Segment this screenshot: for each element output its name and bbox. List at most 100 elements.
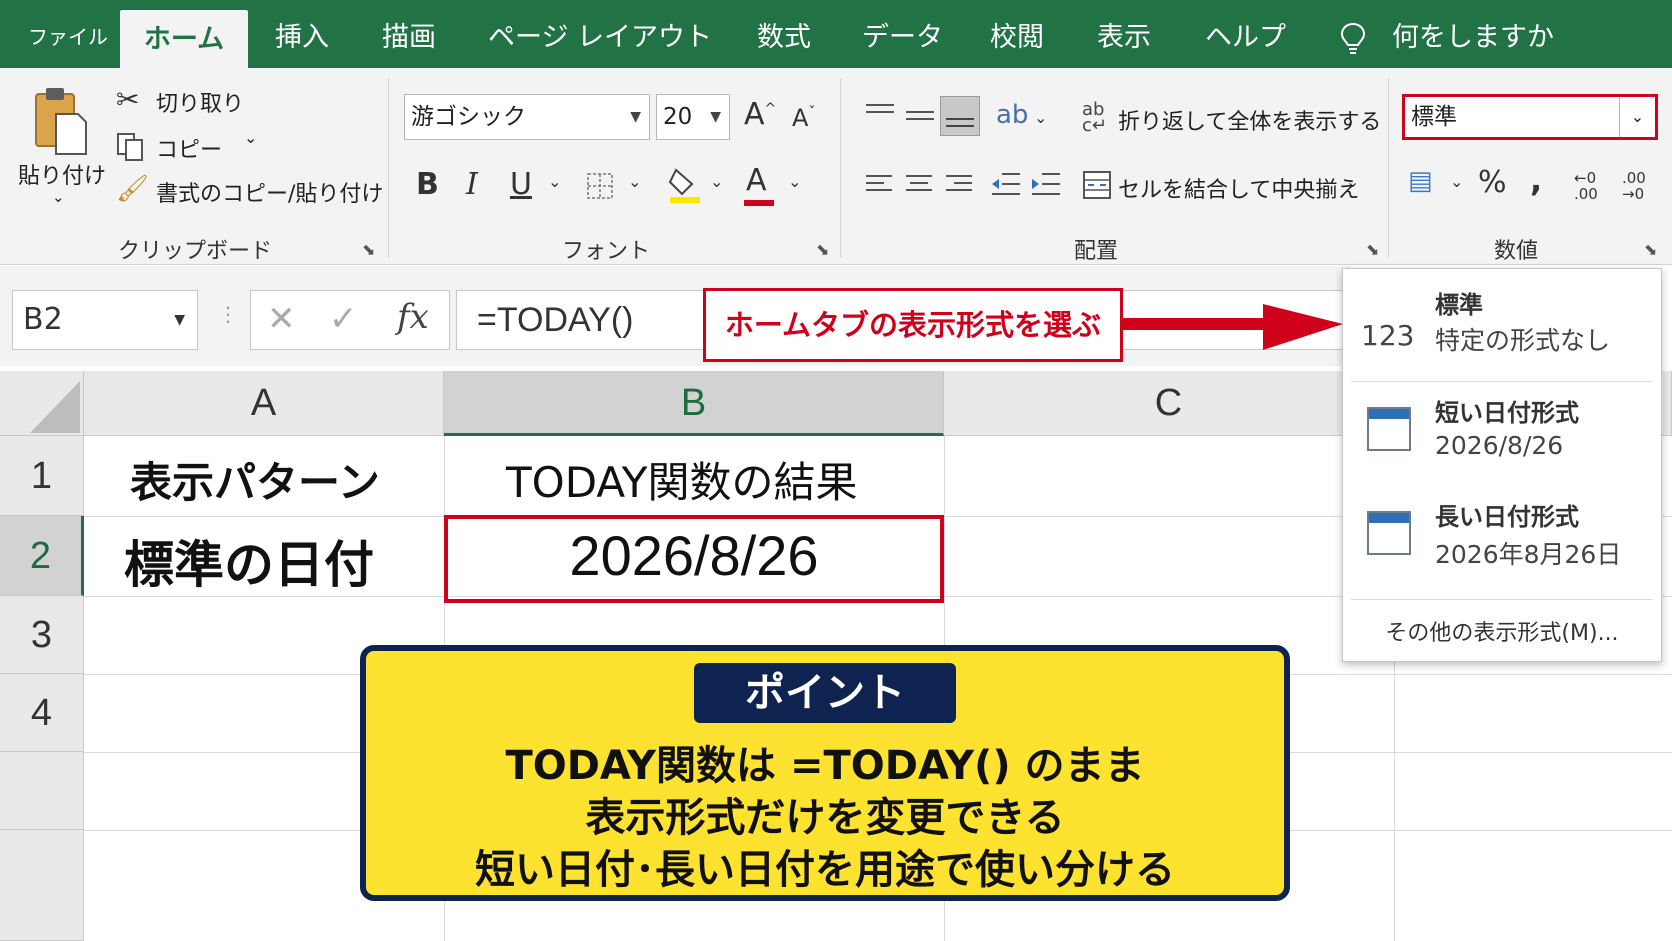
accounting-dropdown-icon[interactable]: ⌄: [1450, 174, 1463, 190]
row-header-6[interactable]: [0, 830, 84, 941]
tab-help[interactable]: ヘルプ: [1205, 0, 1286, 68]
format-option-general[interactable]: 123 標準 特定の形式なし: [1343, 269, 1661, 381]
align-bottom-icon: [946, 118, 974, 127]
bold-button[interactable]: B: [416, 170, 439, 200]
borders-icon[interactable]: [586, 172, 614, 200]
shrink-font-button[interactable]: Aˇ: [792, 106, 815, 130]
grow-font-button[interactable]: A^: [744, 100, 776, 130]
orientation-dropdown-icon[interactable]: ⌄: [1034, 110, 1047, 126]
chevron-down-icon[interactable]: ▼: [174, 291, 185, 349]
cancel-icon[interactable]: ✕: [267, 299, 296, 339]
align-left-icon[interactable]: [864, 172, 894, 198]
dialog-launcher-icon[interactable]: ⬊: [1366, 240, 1379, 259]
font-name-combo[interactable]: 游ゴシック ▼: [404, 94, 650, 140]
font-color-button[interactable]: A: [746, 166, 767, 196]
name-box[interactable]: B2 ▼: [12, 290, 198, 350]
cut-button[interactable]: 切り取り: [156, 86, 244, 118]
font-color-dropdown-icon[interactable]: ⌄: [788, 174, 801, 190]
italic-button[interactable]: I: [466, 170, 478, 200]
font-name-value: 游ゴシック: [411, 104, 526, 130]
enter-icon[interactable]: ✓: [329, 299, 358, 339]
tell-me-search[interactable]: 何をしますか: [1392, 0, 1554, 68]
font-size-combo[interactable]: 20 ▼: [656, 94, 730, 140]
point-line-2: 表示形式だけを変更できる: [585, 795, 1065, 841]
tab-view[interactable]: 表示: [1097, 0, 1151, 68]
format-option-long-date[interactable]: 長い日付形式 2026年8月26日: [1343, 487, 1661, 589]
tab-draw[interactable]: 描画: [382, 0, 436, 68]
dialog-launcher-icon[interactable]: ⬊: [362, 240, 375, 259]
merge-dropdown-icon[interactable]: ⌄: [1346, 174, 1359, 190]
paste-dropdown-icon[interactable]: ⌄: [52, 188, 65, 206]
format-option-short-date[interactable]: 短い日付形式 2026/8/26: [1343, 383, 1661, 485]
copy-icon[interactable]: [116, 132, 146, 162]
paste-button-label[interactable]: 貼り付け: [18, 158, 106, 190]
format-option-subtitle: 2026/8/26: [1435, 431, 1564, 460]
copy-dropdown-icon[interactable]: ⌄: [244, 128, 257, 147]
align-middle-icon[interactable]: [904, 102, 936, 128]
comma-style-button[interactable]: ,: [1530, 164, 1542, 196]
dialog-launcher-icon[interactable]: ⬊: [816, 240, 829, 259]
decrease-indent-icon[interactable]: [990, 170, 1022, 200]
orientation-icon[interactable]: ab: [996, 102, 1028, 128]
underline-button[interactable]: U: [510, 170, 532, 200]
tab-page-layout[interactable]: ページ レイアウト: [488, 0, 712, 68]
insert-function-button[interactable]: fx: [397, 297, 429, 337]
paste-icon[interactable]: [32, 84, 90, 156]
borders-dropdown-icon[interactable]: ⌄: [628, 174, 641, 190]
point-badge: ポイント: [694, 663, 956, 723]
chevron-down-icon[interactable]: ⌄: [1619, 97, 1655, 137]
tab-data[interactable]: データ: [862, 0, 943, 68]
font-color-label: A: [746, 163, 767, 198]
cell-b1[interactable]: TODAY関数の結果: [506, 449, 857, 510]
scissors-icon[interactable]: ✂: [116, 86, 139, 114]
increase-indent-icon[interactable]: [1030, 170, 1062, 200]
underline-dropdown-icon[interactable]: ⌄: [548, 174, 561, 190]
format-painter-button[interactable]: 書式のコピー/貼り付け: [156, 176, 383, 208]
format-painter-icon[interactable]: 🖌: [116, 176, 149, 202]
copy-button[interactable]: コピー: [156, 132, 222, 164]
chevron-down-icon: ▼: [710, 109, 721, 125]
tab-review[interactable]: 校閲: [990, 0, 1044, 68]
decrease-decimal-button[interactable]: .00 →0: [1622, 170, 1656, 202]
menu-divider: [1351, 599, 1653, 600]
wrap-text-icon[interactable]: ab c↵: [1082, 101, 1107, 135]
formula-buttons: ✕ ✓ fx: [250, 290, 450, 350]
tab-file[interactable]: ファイル: [28, 0, 108, 68]
align-top-icon[interactable]: [864, 102, 896, 128]
point-line-3: 短い日付･長い日付を用途で使い分ける: [475, 847, 1175, 893]
wrap-text-button[interactable]: 折り返して全体を表示する: [1118, 104, 1381, 136]
cell-a1[interactable]: 表示パターン: [130, 449, 380, 510]
fill-color-dropdown-icon[interactable]: ⌄: [710, 174, 723, 190]
number-format-dropdown: 123 標準 特定の形式なし 短い日付形式 2026/8/26 長い日付形式 2…: [1342, 268, 1662, 662]
row-header-3[interactable]: 3: [0, 596, 84, 674]
tab-home[interactable]: ホーム: [120, 10, 248, 68]
group-label-number: 数値: [1494, 239, 1539, 264]
cell-a2[interactable]: 標準の日付: [124, 525, 374, 597]
fill-color-icon[interactable]: [668, 166, 702, 204]
formula-bar-grip[interactable]: ⋮: [218, 302, 238, 326]
accounting-format-icon[interactable]: ▤: [1408, 168, 1433, 194]
column-header-b[interactable]: B: [444, 371, 944, 436]
row-header-5[interactable]: [0, 752, 84, 830]
percent-style-button[interactable]: %: [1478, 168, 1507, 198]
ribbon-tab-bar: ファイル ホーム 挿入 描画 ページ レイアウト 数式 データ 校閲 表示 ヘル…: [0, 0, 1672, 68]
more-number-formats-link[interactable]: その他の表示形式(M)...: [1343, 615, 1661, 647]
tab-formulas[interactable]: 数式: [757, 0, 811, 68]
general-format-icon: 123: [1361, 319, 1415, 352]
merge-center-button[interactable]: セルを結合して中央揃え: [1118, 172, 1359, 204]
align-right-icon[interactable]: [944, 172, 974, 198]
row-header-1[interactable]: 1: [0, 436, 84, 516]
row-header-4[interactable]: 4: [0, 674, 84, 752]
select-all-corner[interactable]: [0, 371, 84, 436]
font-color-swatch: [744, 200, 774, 206]
tab-insert[interactable]: 挿入: [275, 0, 329, 68]
column-header-c[interactable]: C: [944, 371, 1394, 436]
align-center-icon[interactable]: [904, 172, 934, 198]
increase-decimal-button[interactable]: ←0 .00: [1574, 170, 1608, 202]
dialog-launcher-icon[interactable]: ⬊: [1644, 240, 1657, 259]
merge-center-icon[interactable]: [1082, 170, 1112, 200]
number-format-combo[interactable]: 標準 ⌄: [1402, 94, 1658, 140]
align-bottom-button[interactable]: [940, 96, 980, 136]
column-header-a[interactable]: A: [84, 371, 444, 436]
row-header-2[interactable]: 2: [0, 516, 84, 596]
